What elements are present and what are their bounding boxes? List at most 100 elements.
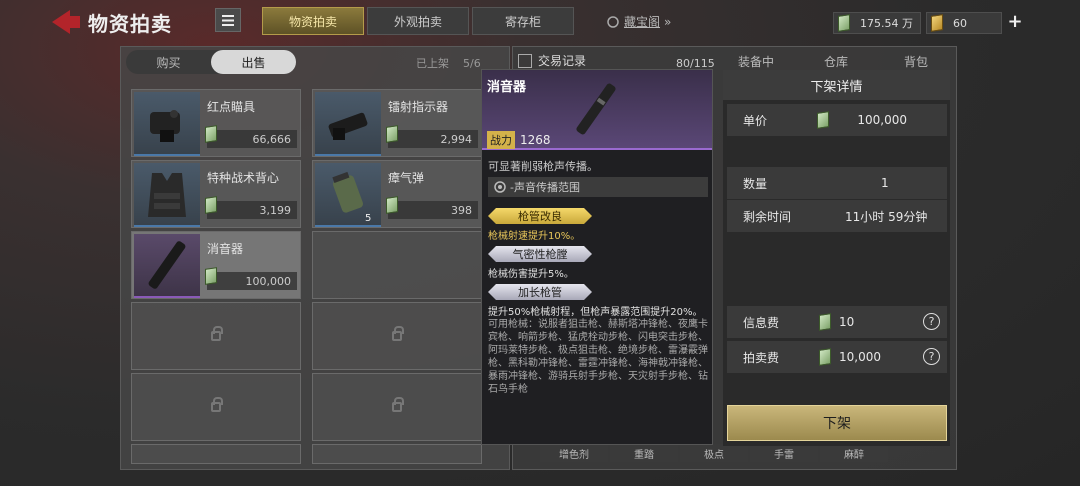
item-count: 5 <box>365 213 372 224</box>
remaining-time-row: 剩余时间 11小时 59分钟 <box>727 200 947 232</box>
listing-slot-selected[interactable]: 消音器 100,000 <box>131 231 301 299</box>
info-fee-row: 信息费 10 ? <box>727 306 947 338</box>
help-icon[interactable]: ? <box>923 348 940 365</box>
listing-slot[interactable]: 特种战术背心 3,199 <box>131 160 301 228</box>
inventory-item[interactable]: 麻醉 <box>820 444 888 462</box>
tab-appearance-auction[interactable]: 外观拍卖 <box>367 7 469 35</box>
help-icon[interactable]: ? <box>923 313 940 330</box>
attachment-effect: 枪械伤害提升5%。 <box>488 269 574 280</box>
gold-balance: 60 <box>953 16 967 30</box>
item-thumbnail <box>134 163 200 227</box>
item-name: 镭射指示器 <box>388 100 449 114</box>
listing-slot[interactable]: 红点瞄具 66,666 <box>131 89 301 157</box>
unit-price-value: 100,000 <box>857 113 907 127</box>
power-value: 1268 <box>520 133 551 147</box>
attachment-effect: 提升50%枪械射程，但枪声暴露范围提升20%。 <box>488 307 703 318</box>
add-currency-button[interactable]: + <box>1006 13 1024 31</box>
quantity-label: 数量 <box>743 176 768 191</box>
lock-icon <box>211 397 223 412</box>
item-price: 100,000 <box>205 267 297 290</box>
segment-sell[interactable]: 出售 <box>211 50 296 74</box>
inventory-item[interactable]: 重踏 <box>610 444 678 462</box>
tab-warehouse[interactable]: 仓库 <box>796 50 876 72</box>
item-name: 红点瞄具 <box>207 100 256 114</box>
lock-icon <box>211 326 223 341</box>
listing-slot[interactable]: 5 瘴气弹 398 <box>312 160 482 228</box>
gold-currency: 60 <box>926 12 1002 34</box>
inventory-item[interactable]: 手雷 <box>750 444 818 462</box>
empty-slot[interactable] <box>312 231 482 299</box>
inventory-item-strip: 增色剂 重踏 极点 手雷 麻醉 <box>540 444 888 462</box>
attachment-effect: 枪械射速提升10%。 <box>488 231 581 242</box>
gold-bar-icon <box>931 14 943 32</box>
tab-backpack[interactable]: 背包 <box>876 50 956 72</box>
listed-label: 已上架 <box>416 57 449 70</box>
lock-icon <box>392 397 404 412</box>
info-fee-value: 10 <box>839 315 855 329</box>
sound-range-icon <box>494 181 506 193</box>
remaining-time-label: 剩余时间 <box>743 209 792 224</box>
item-price: 3,199 <box>205 196 297 219</box>
item-thumbnail <box>134 92 200 156</box>
item-thumbnail <box>134 234 200 298</box>
item-tooltip: 消音器 战力 1268 可显著削弱枪声传播。 -声音传播范围 枪管改良 枪械射速… <box>481 69 713 445</box>
treasure-icon <box>607 15 619 28</box>
inventory-item[interactable]: 增色剂 <box>540 444 608 462</box>
item-name: 特种战术背心 <box>207 171 280 185</box>
auction-fee-row: 拍卖费 10,000 ? <box>727 341 947 373</box>
list-icon <box>222 14 234 26</box>
cash-icon <box>205 267 217 285</box>
tab-locker[interactable]: 寄存柜 <box>472 7 574 35</box>
price-value: 3,199 <box>259 203 292 217</box>
usable-weapons: 可用枪械：说服者狙击枪、赫斯塔冲锋枪、夜鹰卡宾枪、响箭步枪、猛虎栓动步枪、闪电突… <box>488 319 708 395</box>
price-value: 2,994 <box>440 132 473 146</box>
detail-title: 下架详情 <box>723 70 950 100</box>
locked-slot <box>312 302 482 370</box>
tag-label: -声音传播范围 <box>510 181 580 194</box>
tooltip-description: 可显著削弱枪声传播。 <box>488 160 598 173</box>
cash-icon <box>205 196 217 214</box>
silencer-icon <box>576 83 616 135</box>
records-label: 交易记录 <box>538 54 587 68</box>
page-title: 物资拍卖 <box>88 12 172 36</box>
cash-icon <box>819 348 831 366</box>
auction-fee-value: 10,000 <box>839 350 881 364</box>
silver-balance: 175.54 万 <box>860 17 913 30</box>
list-icon-button[interactable] <box>215 8 241 32</box>
laser-pointer-icon <box>328 112 368 140</box>
attachment-badge: 加长枪管 <box>488 284 592 300</box>
unit-price-label: 单价 <box>743 113 768 128</box>
silencer-icon <box>148 241 186 289</box>
power-label: 战力 <box>487 131 515 149</box>
price-value: 66,666 <box>252 132 292 146</box>
attachment-badge: 气密性枪膛 <box>488 246 592 262</box>
cash-icon <box>819 313 831 331</box>
tab-material-auction[interactable]: 物资拍卖 <box>262 7 364 35</box>
attachment-badge: 枪管改良 <box>488 208 592 224</box>
buy-sell-toggle: 购买 出售 <box>126 50 296 74</box>
inventory-tabs: 装备中 仓库 背包 <box>716 50 956 72</box>
remaining-time-value: 11小时 59分钟 <box>845 209 928 224</box>
cash-icon <box>386 196 398 214</box>
item-price: 2,994 <box>386 125 478 148</box>
back-arrow-icon <box>52 10 80 34</box>
records-icon <box>518 53 532 68</box>
trade-records-button[interactable]: 交易记录 <box>518 52 586 69</box>
lock-icon <box>392 326 404 341</box>
item-name: 消音器 <box>207 242 244 256</box>
quantity-value: 1 <box>881 176 889 190</box>
tab-equipped[interactable]: 装备中 <box>716 50 796 72</box>
locked-slot <box>312 444 482 464</box>
delist-button[interactable]: 下架 <box>727 405 947 441</box>
segment-buy[interactable]: 购买 <box>126 50 211 74</box>
unit-price-row: 单价 100,000 <box>727 104 947 136</box>
tactical-vest-icon <box>148 173 186 217</box>
listed-count: 已上架 5/6 <box>416 55 481 71</box>
treasure-pavilion-link[interactable]: 藏宝阁 » <box>606 13 671 30</box>
cash-icon <box>386 125 398 143</box>
item-price: 398 <box>386 196 478 219</box>
locked-slot <box>131 373 301 441</box>
back-button[interactable] <box>50 8 82 36</box>
listing-slot[interactable]: 镭射指示器 2,994 <box>312 89 482 157</box>
inventory-item[interactable]: 极点 <box>680 444 748 462</box>
